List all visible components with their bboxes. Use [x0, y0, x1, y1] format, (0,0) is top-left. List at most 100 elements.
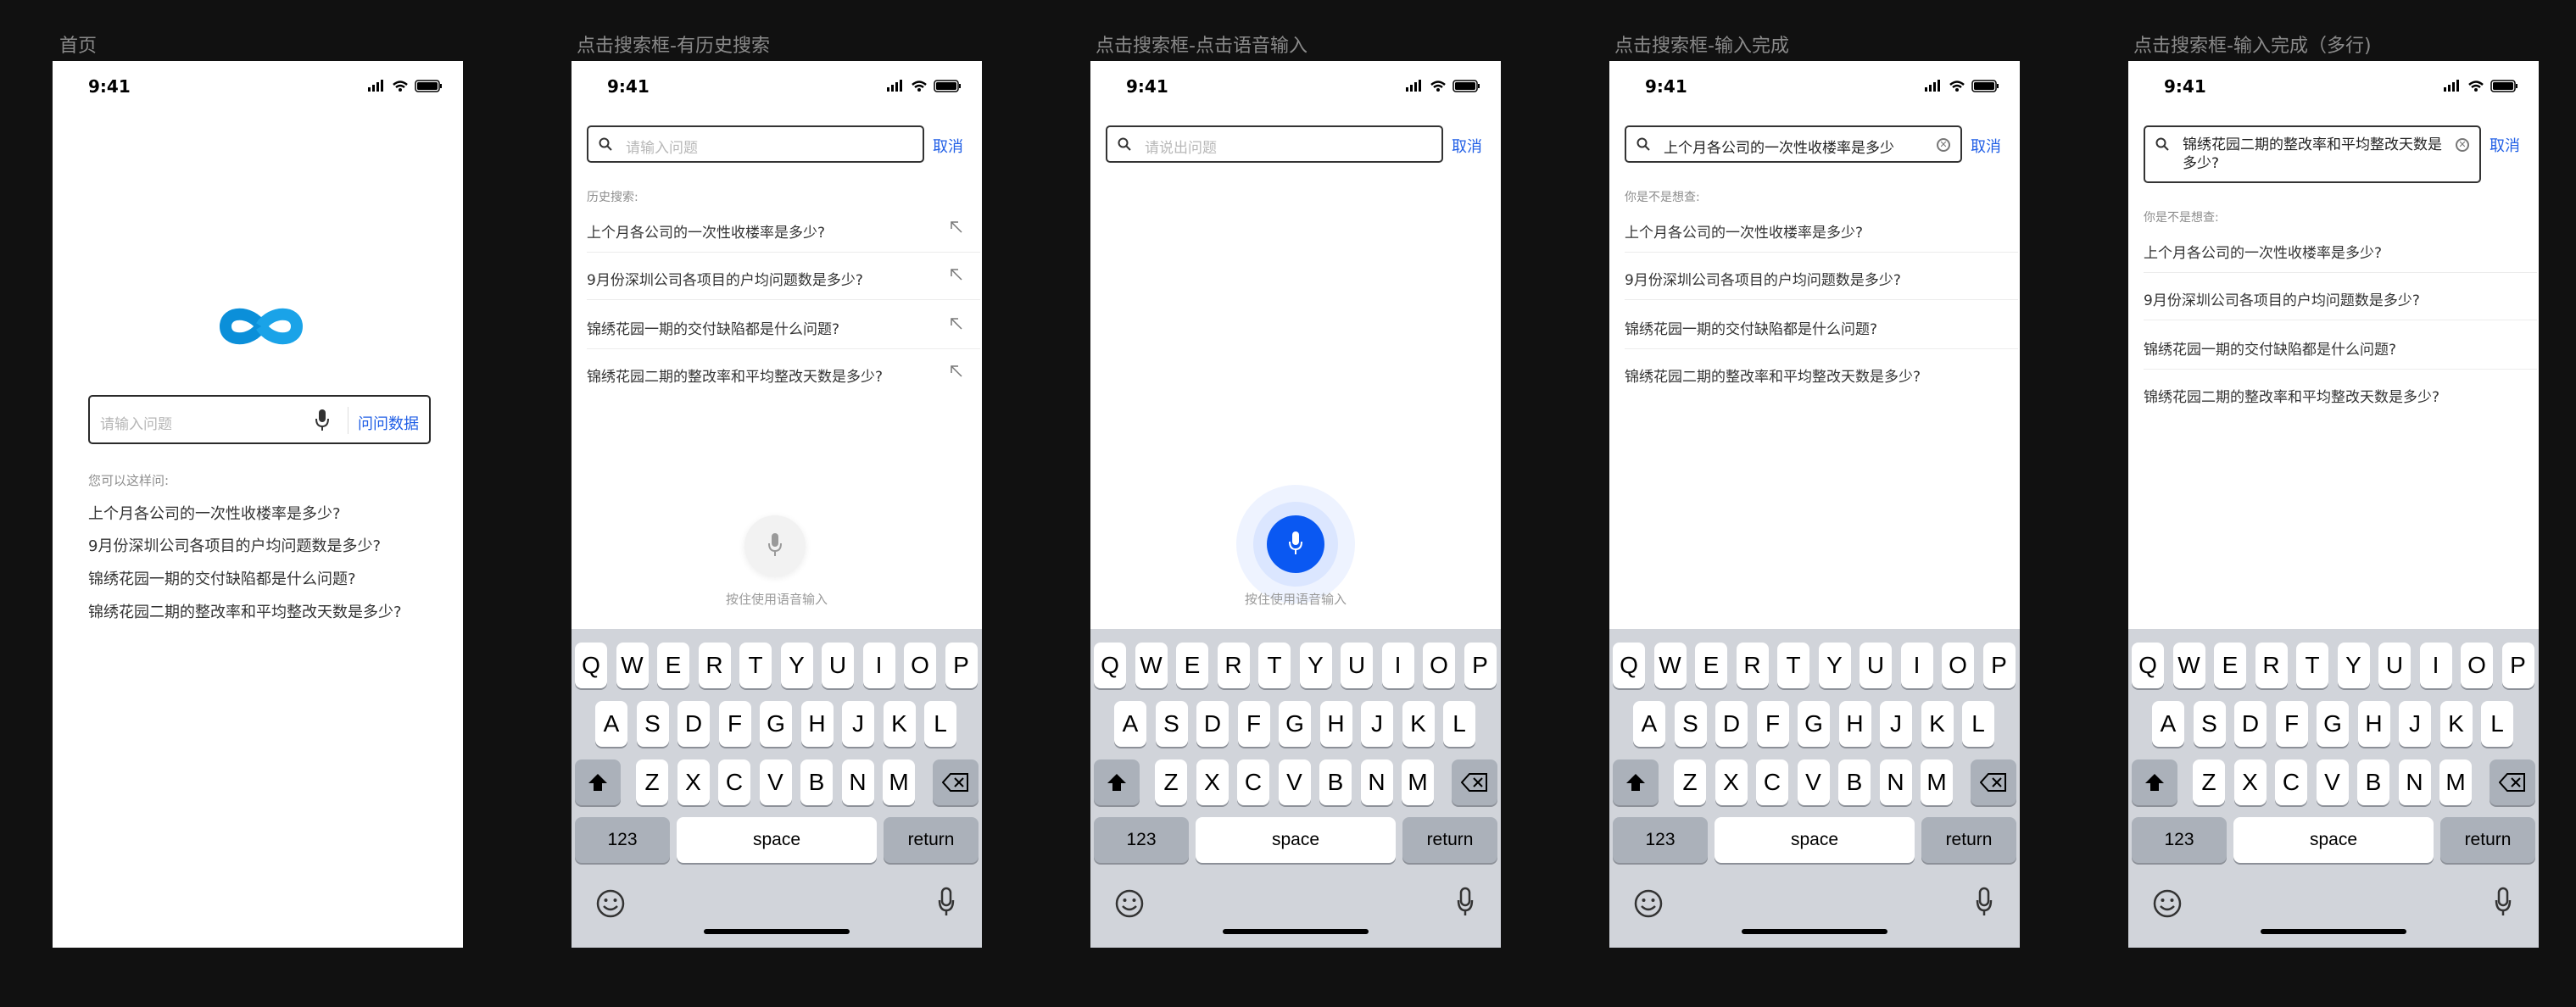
- key-b[interactable]: B: [800, 759, 833, 805]
- numbers-key[interactable]: 123: [2132, 817, 2227, 863]
- suggestion-item[interactable]: 锦绣花园二期的整改率和平均整改天数是多少?: [88, 600, 402, 622]
- return-key[interactable]: return: [1402, 817, 1497, 863]
- key-j[interactable]: J: [1361, 701, 1393, 747]
- key-y[interactable]: Y: [1299, 643, 1332, 688]
- key-n[interactable]: N: [1879, 759, 1912, 805]
- key-c[interactable]: C: [2275, 759, 2307, 805]
- key-i[interactable]: I: [1900, 643, 1933, 688]
- emoji-icon[interactable]: [1633, 888, 1664, 922]
- key-i[interactable]: I: [1381, 643, 1414, 688]
- key-g[interactable]: G: [760, 701, 792, 747]
- emoji-icon[interactable]: [1114, 888, 1145, 922]
- suggestion-item[interactable]: 锦绣花园一期的交付缺陷都是什么问题?: [88, 567, 356, 589]
- key-p[interactable]: P: [1464, 643, 1497, 688]
- key-t[interactable]: T: [2296, 643, 2328, 688]
- key-v[interactable]: V: [2316, 759, 2349, 805]
- key-b[interactable]: B: [1838, 759, 1871, 805]
- key-e[interactable]: E: [1695, 643, 1727, 688]
- key-p[interactable]: P: [945, 643, 978, 688]
- key-h[interactable]: H: [1319, 701, 1352, 747]
- shift-key[interactable]: [1094, 759, 1140, 805]
- key-e[interactable]: E: [657, 643, 689, 688]
- key-e[interactable]: E: [1176, 643, 1208, 688]
- key-v[interactable]: V: [1797, 759, 1830, 805]
- key-a[interactable]: A: [1114, 701, 1146, 747]
- suggestion-item[interactable]: 9月份深圳公司各项目的户均问题数是多少?: [1625, 253, 2018, 300]
- key-x[interactable]: X: [2233, 759, 2267, 805]
- key-q[interactable]: Q: [1613, 643, 1645, 688]
- key-c[interactable]: C: [1756, 759, 1788, 805]
- key-o[interactable]: O: [1423, 643, 1455, 688]
- numbers-key[interactable]: 123: [1094, 817, 1189, 863]
- microphone-icon[interactable]: [315, 409, 329, 432]
- key-t[interactable]: T: [1258, 643, 1291, 688]
- key-l[interactable]: L: [2481, 701, 2513, 747]
- key-x[interactable]: X: [1196, 759, 1229, 805]
- shift-key[interactable]: [575, 759, 621, 805]
- search-input[interactable]: 锦绣花园二期的整改率和平均整改天数是多少? ✕: [2144, 125, 2481, 183]
- key-d[interactable]: D: [2234, 701, 2267, 747]
- key-m[interactable]: M: [1402, 759, 1434, 805]
- key-w[interactable]: W: [2172, 643, 2205, 688]
- key-m[interactable]: M: [1921, 759, 1953, 805]
- key-o[interactable]: O: [904, 643, 936, 688]
- key-w[interactable]: W: [1135, 643, 1168, 688]
- key-h[interactable]: H: [800, 701, 834, 747]
- key-o[interactable]: O: [1942, 643, 1974, 688]
- key-t[interactable]: T: [739, 643, 772, 688]
- key-q[interactable]: Q: [575, 643, 607, 688]
- key-z[interactable]: Z: [1155, 759, 1187, 805]
- arrow-up-left-icon[interactable]: [950, 317, 963, 331]
- key-r[interactable]: R: [1217, 643, 1250, 688]
- suggestion-item[interactable]: 上个月各公司的一次性收楼率是多少?: [2144, 225, 2537, 273]
- key-h[interactable]: H: [1838, 701, 1871, 747]
- key-o[interactable]: O: [2461, 643, 2493, 688]
- key-p[interactable]: P: [1982, 643, 2016, 688]
- space-key[interactable]: space: [1196, 817, 1396, 863]
- key-l[interactable]: L: [1962, 701, 1994, 747]
- key-q[interactable]: Q: [1094, 643, 1126, 688]
- key-f[interactable]: F: [718, 701, 751, 747]
- key-r[interactable]: R: [2255, 643, 2288, 688]
- return-key[interactable]: return: [2440, 817, 2535, 863]
- arrow-up-left-icon[interactable]: [950, 364, 963, 378]
- key-v[interactable]: V: [759, 759, 792, 805]
- key-g[interactable]: G: [1798, 701, 1830, 747]
- key-u[interactable]: U: [822, 643, 854, 688]
- return-key[interactable]: return: [1921, 817, 2016, 863]
- suggestion-item[interactable]: 锦绣花园二期的整改率和平均整改天数是多少?: [2144, 370, 2537, 417]
- key-u[interactable]: U: [1341, 643, 1373, 688]
- home-search-box[interactable]: 请输入问题 问问数据: [88, 395, 431, 444]
- clear-icon[interactable]: ✕: [2456, 138, 2469, 152]
- key-j[interactable]: J: [1880, 701, 1912, 747]
- suggestion-item[interactable]: 锦绣花园一期的交付缺陷都是什么问题?: [2144, 322, 2537, 370]
- key-s[interactable]: S: [2193, 701, 2226, 747]
- key-r[interactable]: R: [1736, 643, 1769, 688]
- key-y[interactable]: Y: [2337, 643, 2370, 688]
- key-a[interactable]: A: [1633, 701, 1665, 747]
- key-j[interactable]: J: [842, 701, 874, 747]
- arrow-up-left-icon[interactable]: [950, 220, 963, 234]
- suggestion-item[interactable]: 锦绣花园一期的交付缺陷都是什么问题?: [1625, 302, 2018, 349]
- key-s[interactable]: S: [636, 701, 669, 747]
- delete-key[interactable]: [2490, 759, 2535, 805]
- key-w[interactable]: W: [616, 643, 649, 688]
- delete-key[interactable]: [933, 759, 979, 805]
- key-n[interactable]: N: [841, 759, 874, 805]
- key-c[interactable]: C: [718, 759, 750, 805]
- key-k[interactable]: K: [1402, 701, 1435, 747]
- key-a[interactable]: A: [595, 701, 627, 747]
- key-a[interactable]: A: [2152, 701, 2184, 747]
- history-item[interactable]: 锦绣花园一期的交付缺陷都是什么问题?: [587, 302, 980, 349]
- key-g[interactable]: G: [1279, 701, 1311, 747]
- key-v[interactable]: V: [1278, 759, 1311, 805]
- dictation-icon[interactable]: [1976, 887, 1993, 921]
- key-s[interactable]: S: [1674, 701, 1707, 747]
- key-y[interactable]: Y: [1818, 643, 1851, 688]
- dictation-icon[interactable]: [938, 887, 955, 921]
- key-n[interactable]: N: [1360, 759, 1393, 805]
- key-d[interactable]: D: [1715, 701, 1748, 747]
- emoji-icon[interactable]: [2152, 888, 2183, 922]
- dictation-icon[interactable]: [2495, 887, 2512, 921]
- key-x[interactable]: X: [677, 759, 710, 805]
